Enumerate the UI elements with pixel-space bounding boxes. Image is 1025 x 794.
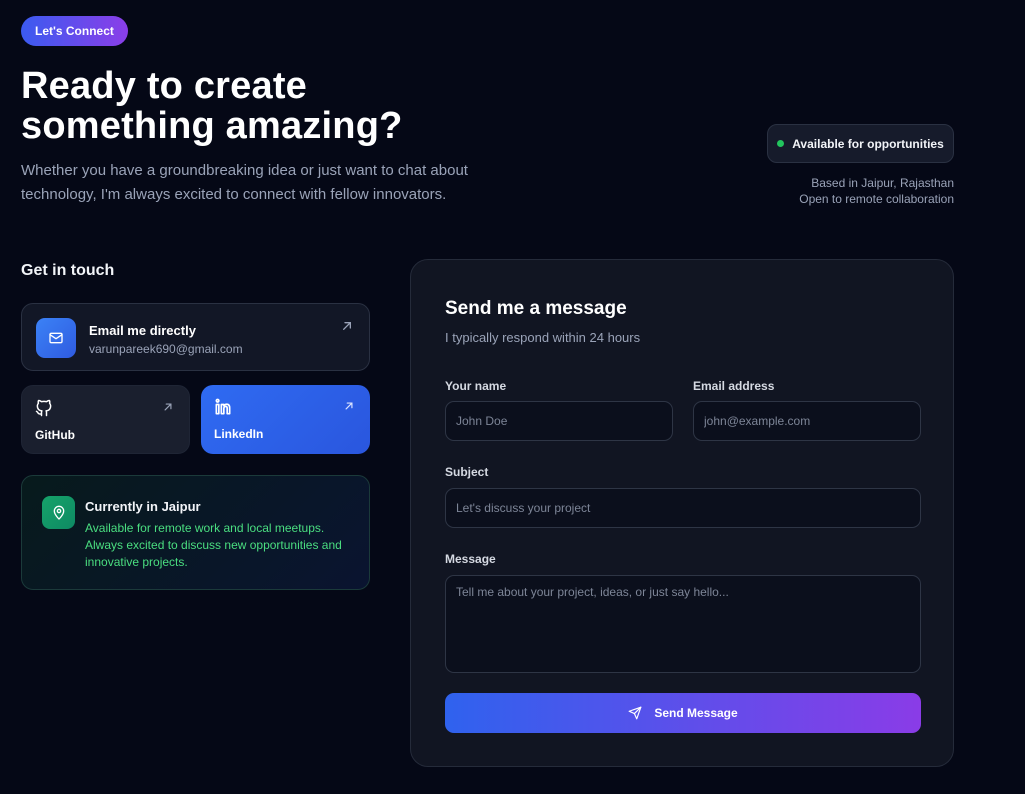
- form-title: Send me a message: [445, 298, 627, 319]
- arrow-up-right-icon: [164, 403, 172, 411]
- github-label: GitHub: [35, 428, 75, 442]
- message-textarea[interactable]: [445, 575, 921, 673]
- location-text: Based in Jaipur, Rajasthan: [811, 176, 954, 190]
- location-card-title: Currently in Jaipur: [85, 499, 201, 514]
- arrow-up-right-icon: [343, 322, 351, 330]
- linkedin-card[interactable]: LinkedIn: [201, 385, 370, 454]
- message-label: Message: [445, 552, 496, 566]
- location-card: Currently in Jaipur Available for remote…: [21, 475, 370, 590]
- get-in-touch-heading: Get in touch: [21, 262, 115, 279]
- contact-page: Let's Connect Ready to create something …: [0, 0, 1025, 794]
- email-card[interactable]: Email me directly varunpareek690@gmail.c…: [21, 303, 370, 371]
- send-icon: [628, 706, 642, 720]
- message-form: Send me a message I typically respond wi…: [410, 259, 954, 767]
- github-icon: [35, 399, 52, 417]
- hero-subtitle: Whether you have a groundbreaking idea o…: [21, 162, 468, 203]
- arrow-up-right-icon: [345, 402, 353, 410]
- map-pin-icon: [42, 496, 75, 529]
- linkedin-label: LinkedIn: [214, 427, 264, 441]
- linkedin-icon: [215, 398, 231, 415]
- hero-title-line1: Ready to create: [21, 65, 308, 107]
- github-card[interactable]: GitHub: [21, 385, 190, 454]
- email-address: varunpareek690@gmail.com: [89, 342, 243, 356]
- email-label: Email address: [693, 379, 775, 393]
- hero-title-line2: something amazing?: [21, 105, 403, 147]
- subject-input[interactable]: [445, 488, 921, 528]
- name-label: Your name: [445, 379, 507, 393]
- location-info: Based in Jaipur, Rajasthan Open to remot…: [799, 175, 954, 207]
- badge-label: Let's Connect: [35, 24, 114, 38]
- email-card-title: Email me directly: [89, 323, 196, 338]
- status-dot-icon: [777, 140, 785, 147]
- lets-connect-badge: Let's Connect: [21, 16, 128, 46]
- send-message-button[interactable]: Send Message: [445, 693, 921, 733]
- send-button-label: Send Message: [654, 706, 738, 720]
- remote-text: Open to remote collaboration: [799, 192, 954, 206]
- availability-label: Available for opportunities: [792, 136, 944, 151]
- email-input[interactable]: [693, 401, 921, 441]
- location-card-text: Available for remote work and local meet…: [85, 521, 342, 569]
- availability-pill: Available for opportunities: [767, 124, 954, 163]
- mail-icon: [36, 318, 76, 358]
- form-subtitle: I typically respond within 24 hours: [445, 330, 641, 345]
- hero-title: Ready to create something amazing?: [21, 66, 501, 146]
- name-input[interactable]: [445, 401, 673, 441]
- subject-label: Subject: [445, 465, 489, 479]
